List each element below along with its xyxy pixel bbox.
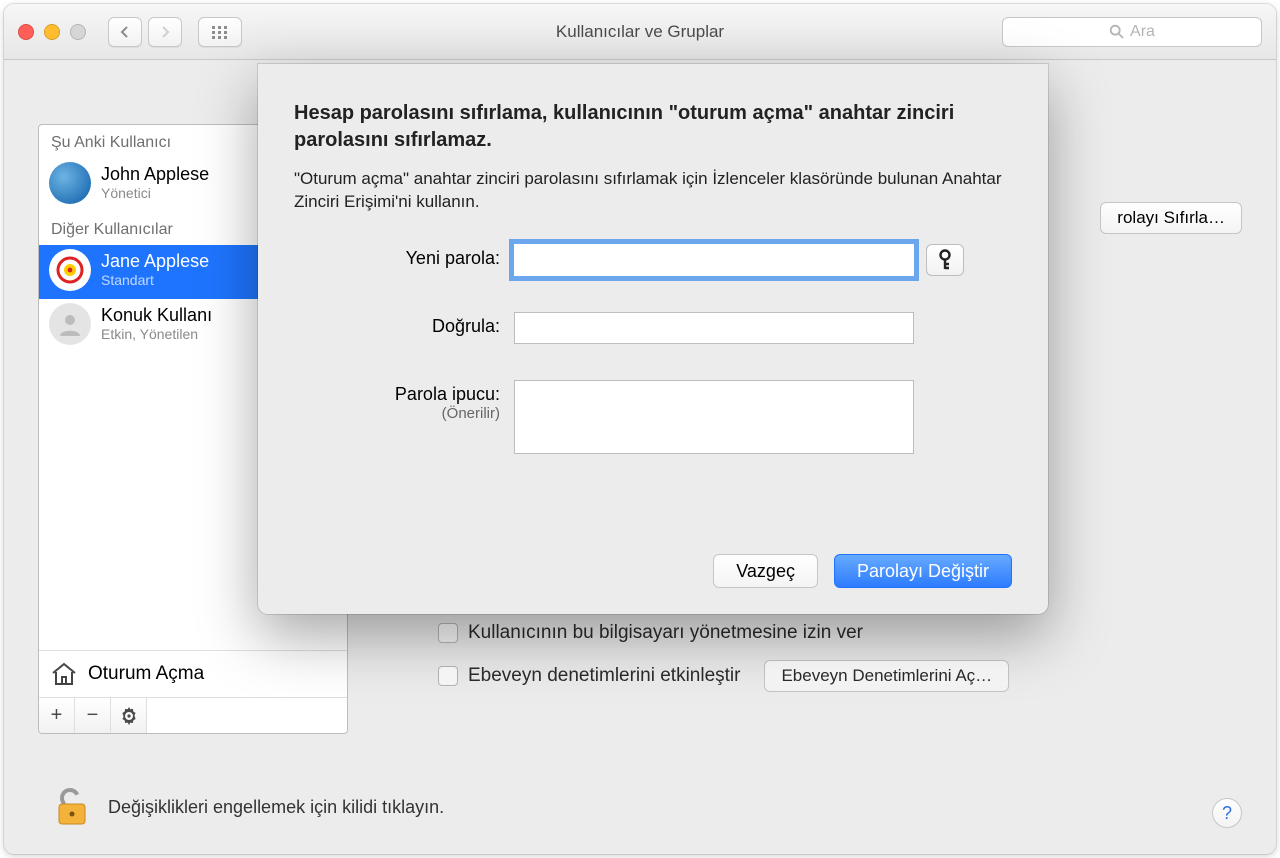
open-parental-button[interactable]: Ebeveyn Denetimlerini Aç… <box>764 660 1009 692</box>
login-options-label: Oturum Açma <box>88 663 204 685</box>
new-password-label: Yeni parola: <box>294 244 514 269</box>
titlebar: Kullanıcılar ve Gruplar Ara <box>4 4 1276 60</box>
password-assistant-button[interactable] <box>926 244 964 276</box>
reset-password-button[interactable]: rolayı Sıfırla… <box>1100 202 1242 234</box>
other-user-1-role: Etkin, Yönetilen <box>101 326 212 343</box>
show-all-button[interactable] <box>198 17 242 47</box>
parental-checkbox[interactable] <box>438 666 458 686</box>
change-password-button[interactable]: Parolayı Değiştir <box>834 554 1012 588</box>
sheet-subtext: "Oturum açma" anahtar zinciri parolasını… <box>294 168 1012 214</box>
allow-admin-checkbox[interactable] <box>438 623 458 643</box>
current-user-role: Yönetici <box>101 185 209 202</box>
unlocked-lock-icon <box>54 786 90 828</box>
toolbar-nav <box>108 17 242 47</box>
window-close-button[interactable] <box>18 24 34 40</box>
remove-user-button[interactable]: − <box>75 698 111 733</box>
help-button[interactable]: ? <box>1212 798 1242 828</box>
login-options-row[interactable]: Oturum Açma <box>39 650 347 697</box>
key-icon <box>937 249 953 271</box>
allow-admin-row[interactable]: Kullanıcının bu bilgisayarı yönetmesine … <box>438 622 1009 644</box>
toolbar-search[interactable]: Ara <box>1002 17 1262 47</box>
password-hint-input[interactable] <box>514 380 914 454</box>
sheet-actions: Vazgeç Parolayı Değiştir <box>713 554 1012 588</box>
other-user-0-role: Standart <box>101 272 209 289</box>
parental-label: Ebeveyn denetimlerini etkinleştir <box>468 665 740 687</box>
current-user-name: John Applese <box>101 164 209 186</box>
reset-password-sheet: Hesap parolasını sıfırlama, kullanıcının… <box>258 64 1048 614</box>
cancel-button[interactable]: Vazgeç <box>713 554 818 588</box>
verify-label: Doğrula: <box>294 312 514 337</box>
other-user-0-name: Jane Applese <box>101 251 209 273</box>
users-groups-window: Kullanıcılar ve Gruplar Ara Şu Anki Kull… <box>4 4 1276 854</box>
sidebar-settings-button[interactable] <box>111 698 147 733</box>
user-options: Kullanıcının bu bilgisayarı yönetmesine … <box>438 622 1009 692</box>
allow-admin-label: Kullanıcının bu bilgisayarı yönetmesine … <box>468 622 863 644</box>
parental-row: Ebeveyn denetimlerini etkinleştir Ebevey… <box>438 660 1009 692</box>
forward-button[interactable] <box>148 17 182 47</box>
sidebar-footer: + − <box>39 697 347 733</box>
verify-password-input[interactable] <box>514 312 914 344</box>
search-placeholder: Ara <box>1130 23 1155 41</box>
other-user-1-name: Konuk Kullanı <box>101 305 212 327</box>
add-user-button[interactable]: + <box>39 698 75 733</box>
lock-row[interactable]: Değişiklikleri engellemek için kilidi tı… <box>54 786 444 828</box>
traffic-lights <box>18 24 86 40</box>
hint-sub-label: (Önerilir) <box>294 405 500 422</box>
avatar-earth-icon <box>49 162 91 204</box>
hint-label: Parola ipucu: (Önerilir) <box>294 380 514 422</box>
avatar-silhouette-icon <box>49 303 91 345</box>
avatar-target-icon <box>49 249 91 291</box>
new-password-input[interactable] <box>514 244 914 276</box>
window-minimize-button[interactable] <box>44 24 60 40</box>
back-button[interactable] <box>108 17 142 47</box>
lock-text: Değişiklikleri engellemek için kilidi tı… <box>108 797 444 818</box>
window-zoom-button[interactable] <box>70 24 86 40</box>
password-form: Yeni parola: Doğrula: Parola ipucu: (Öne… <box>294 244 1012 454</box>
sheet-heading: Hesap parolasını sıfırlama, kullanıcının… <box>294 100 1012 154</box>
